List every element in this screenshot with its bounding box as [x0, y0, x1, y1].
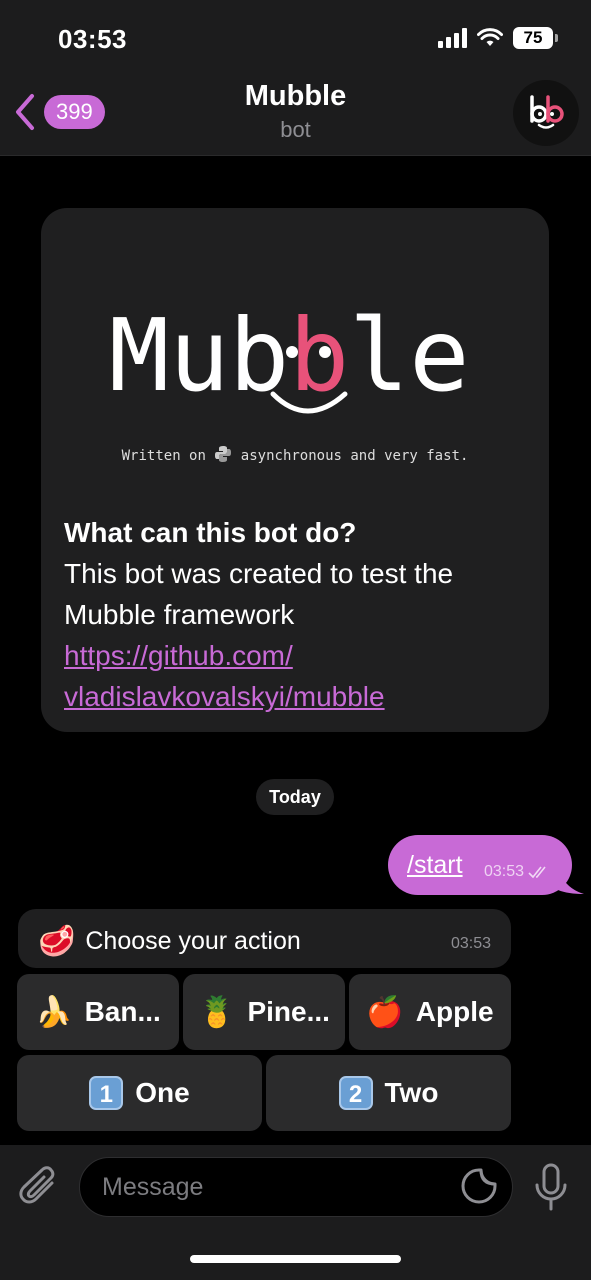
meat-emoji-icon: 🥩	[38, 925, 76, 958]
banana-emoji-icon: 🍌	[35, 995, 73, 1029]
svg-text:b: b	[229, 297, 289, 414]
bubble-tail	[558, 868, 584, 894]
keycap-one-icon: 1	[89, 1076, 124, 1110]
outgoing-time: 03:53	[484, 863, 525, 880]
logo-tagline: Written on asynchronous and very fast.	[41, 445, 549, 464]
svg-text:Mu: Mu	[109, 297, 229, 414]
github-link-part1: https://github.com/	[64, 640, 293, 671]
date-divider: Today	[256, 779, 334, 815]
status-bar: 03:53 75	[0, 0, 591, 72]
pineapple-emoji-icon: 🍍	[198, 995, 236, 1029]
outgoing-message[interactable]: /start 03:53	[388, 835, 572, 895]
home-indicator	[190, 1255, 401, 1263]
incoming-message: 🥩 Choose your action 03:53	[18, 909, 511, 968]
svg-text:le: le	[349, 297, 469, 414]
bot-avatar[interactable]	[513, 80, 579, 146]
intro-heading: What can this bot do?	[64, 517, 357, 548]
python-icon	[215, 446, 232, 462]
chat-title: Mubble	[244, 80, 347, 112]
button-label: Ban...	[84, 996, 161, 1027]
cellular-signal-icon	[438, 28, 467, 48]
incoming-text: 🥩 Choose your action	[38, 924, 301, 959]
button-label: Two	[384, 1077, 439, 1108]
apple-emoji-icon: 🍎	[366, 995, 404, 1029]
button-label: Pine...	[247, 996, 330, 1027]
intro-text: What can this bot do? This bot was creat…	[64, 512, 534, 717]
tagline-start: Written on	[121, 448, 206, 464]
intro-description: This bot was created to test the Mubble …	[64, 558, 454, 630]
paperclip-icon[interactable]	[18, 1165, 60, 1211]
chat-title-block[interactable]: Mubble bot	[0, 80, 591, 143]
tagline-end: asynchronous and very fast.	[240, 448, 469, 464]
keyboard-button-one[interactable]: 1 One	[17, 1055, 262, 1131]
github-link[interactable]: https://github.com/ vladislavkovalskyi/m…	[64, 635, 534, 717]
keyboard-button-pineapple[interactable]: 🍍 Pine...	[183, 974, 345, 1050]
sticker-icon[interactable]	[460, 1167, 498, 1205]
button-label: Apple	[415, 996, 494, 1027]
keyboard-button-two[interactable]: 2 Two	[266, 1055, 511, 1131]
read-checkmarks-icon	[528, 866, 546, 879]
incoming-label: Choose your action	[85, 927, 301, 955]
wifi-icon	[477, 28, 503, 46]
message-input[interactable]	[79, 1157, 513, 1217]
button-label: One	[135, 1077, 190, 1108]
status-time: 03:53	[58, 24, 127, 54]
mubble-avatar-logo	[530, 95, 564, 129]
keyboard-button-banana[interactable]: 🍌 Ban...	[17, 974, 179, 1050]
github-link-part2: vladislavkovalskyi/mubble	[64, 681, 385, 712]
battery-indicator: 75	[513, 27, 558, 49]
mubble-logo: Mu b b le Written on asynchronous and ve…	[41, 208, 549, 498]
chat-subtitle: bot	[280, 117, 311, 142]
status-icons: 75	[438, 27, 558, 49]
incoming-time: 03:53	[450, 935, 491, 952]
keyboard-button-apple[interactable]: 🍎 Apple	[349, 974, 511, 1050]
composer-bar	[0, 1145, 591, 1280]
outgoing-command[interactable]: /start	[407, 851, 463, 880]
microphone-icon[interactable]	[533, 1163, 569, 1213]
bot-intro-card: Mu b b le Written on asynchronous and ve…	[41, 208, 549, 732]
outgoing-meta: 03:53	[484, 863, 550, 881]
keycap-two-icon: 2	[338, 1076, 373, 1110]
chat-header: 399 Mubble bot	[0, 72, 591, 156]
